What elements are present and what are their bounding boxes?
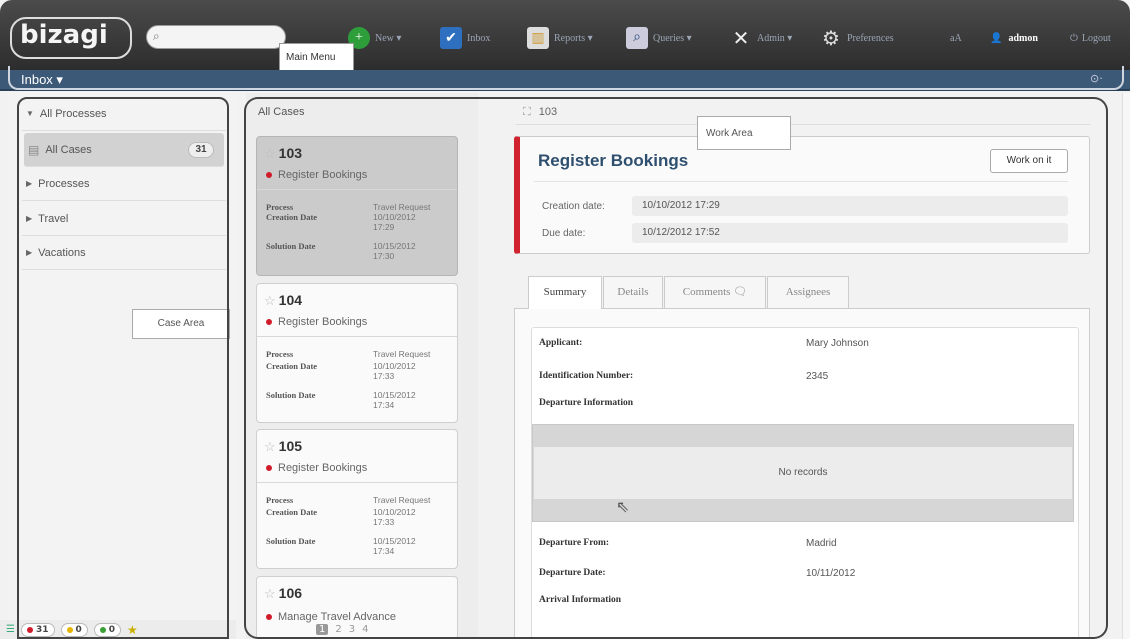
inbox-dropdown[interactable]: Inbox ▾ (21, 72, 63, 88)
search-input[interactable]: ⌕ (146, 25, 286, 49)
app-window: bizagi ⌕ + New ▾ ✔ Inbox ▥ Reports ▾ ⌕ Queri… (0, 0, 1130, 639)
bizagi-logo: bizagi (20, 20, 108, 50)
case-area-bracket (17, 97, 229, 639)
menu-reports[interactable]: ▥ Reports ▾ (527, 26, 593, 50)
menu-queries[interactable]: ⌕ Queries ▾ (626, 26, 692, 50)
inbox-check-icon: ✔ (440, 27, 462, 49)
font-size-button[interactable]: aA (950, 26, 962, 50)
menu-new[interactable]: + New ▾ (348, 26, 401, 50)
search-icon: ⌕ (153, 29, 160, 43)
view-options-icon[interactable]: ⊙· (1090, 72, 1103, 85)
user-menu[interactable]: 👤 admon (990, 26, 1038, 50)
logout-button[interactable]: ⏻ Logout (1070, 26, 1111, 50)
user-icon: 👤 (990, 32, 1003, 44)
menu-preferences[interactable]: ⚙ Preferences (820, 26, 894, 50)
scrollbar[interactable] (1122, 93, 1130, 639)
font-size-icon: aA (950, 32, 962, 44)
admin-tools-icon: ✕ (732, 27, 750, 50)
work-area-bracket (478, 97, 1108, 639)
case-list-bracket (244, 97, 484, 639)
list-icon[interactable]: ☰ (6, 624, 15, 635)
main-menu-bracket (8, 66, 1124, 90)
menu-inbox[interactable]: ✔ Inbox (440, 26, 490, 50)
gear-icon: ⚙ (822, 27, 840, 50)
reports-chart-icon: ▥ (527, 27, 549, 49)
menu-admin[interactable]: ✕ Admin ▾ (730, 26, 793, 50)
queries-icon: ⌕ (626, 27, 648, 49)
power-icon: ⏻ (1070, 32, 1078, 44)
